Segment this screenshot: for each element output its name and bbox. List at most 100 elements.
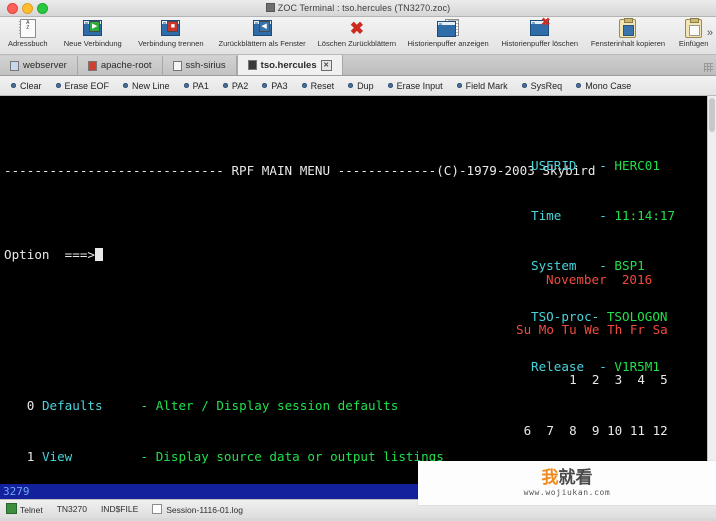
tn3270-function-bar: Clear Erase EOF New Line PA1 PA2 PA3 Res…: [0, 76, 716, 96]
calendar-empty-cell: [539, 372, 554, 387]
calendar-gap: [599, 372, 607, 387]
toolbar-label: Verbindung trennen: [138, 39, 204, 48]
logfile-checkbox[interactable]: [152, 503, 163, 514]
main-toolbar: AZ Adressbuch ▶ Neue Verbindung ■ Verbin…: [0, 16, 716, 55]
calendar-day[interactable]: 12: [653, 423, 668, 438]
weekday: Mo: [538, 321, 554, 337]
tab-status-icon: [172, 60, 182, 71]
calendar-day[interactable]: 8: [562, 423, 577, 438]
fnbtn-label: Reset: [310, 80, 335, 91]
tab-label: apache-root: [100, 60, 152, 71]
calendar-gap: [622, 423, 630, 438]
toolbar-button-new-connection[interactable]: ▶ Neue Verbindung: [56, 18, 130, 48]
calendar-gap: [599, 423, 607, 438]
fnbtn-sysreq[interactable]: SysReq: [515, 81, 570, 91]
paste-icon: [682, 17, 706, 38]
fnbtn-pa3[interactable]: PA3: [255, 81, 294, 91]
toolbar-label: Fensterinhalt kopieren: [590, 39, 666, 48]
watermark-logo-first: 我: [541, 468, 559, 487]
status-logfile[interactable]: Session-1116-01.log: [152, 503, 243, 515]
tab-label: ssh-sirius: [185, 60, 226, 71]
bullet-icon: [348, 83, 354, 88]
weekday: Sa: [652, 321, 668, 337]
header-rule-right: -------------: [337, 163, 437, 179]
bullet-icon: [576, 83, 582, 88]
tab-apache-root[interactable]: apache-root: [77, 56, 163, 75]
calendar-day[interactable]: 6: [516, 423, 532, 438]
tab-close-icon[interactable]: ✕: [320, 59, 332, 71]
fnbtn-new-line[interactable]: New Line: [116, 81, 177, 91]
fnbtn-clear[interactable]: Clear: [4, 81, 49, 91]
session-tabbar: webserver apache-root ssh-sirius tso.her…: [0, 55, 716, 76]
calendar-gap: [554, 423, 562, 438]
calendar-day[interactable]: 4: [630, 372, 645, 387]
calendar-weekday-row: Su Mo Tu We Th Fr Sa: [516, 322, 668, 339]
scrollbar-thumb[interactable]: [709, 98, 715, 132]
calendar-gap: [554, 372, 562, 387]
weekday: Th: [607, 321, 623, 337]
calendar-day[interactable]: 11: [630, 423, 645, 438]
terminal-text: ----------------------------- RPF MAIN M…: [4, 96, 595, 484]
menu-desc: - Alter / Display session defaults: [140, 398, 399, 414]
tab-ssh-sirius[interactable]: ssh-sirius: [162, 56, 237, 75]
status-emulation[interactable]: TN3270: [57, 504, 87, 514]
fnbtn-mono-case[interactable]: Mono Case: [569, 81, 638, 91]
watermark-logo: 我就看: [542, 469, 593, 487]
option-label: Option ===>: [4, 247, 95, 263]
calendar-day[interactable]: 3: [607, 372, 623, 387]
weekday: Su: [516, 321, 532, 337]
fnbtn-field-mark[interactable]: Field Mark: [450, 81, 515, 91]
calendar-day[interactable]: 10: [607, 423, 622, 438]
calendar: November 2016 Su Mo Tu We Th Fr Sa 1 2 3…: [516, 238, 668, 484]
calendar-title: November 2016: [516, 272, 668, 289]
fnbtn-label: Mono Case: [585, 80, 632, 91]
fnbtn-label: PA1: [192, 80, 209, 91]
show-history-buffer-icon: [436, 18, 460, 38]
calendar-day[interactable]: 7: [539, 423, 554, 438]
calendar-day[interactable]: 2: [584, 372, 600, 387]
scrollback-window-icon: ◀: [250, 18, 274, 38]
toolbar-button-clear-history[interactable]: ✖ Historienpuffer löschen: [495, 16, 585, 48]
toolbar-button-disconnect[interactable]: ■ Verbindung trennen: [130, 18, 212, 48]
toolbar-label: Zurückblättern als Fenster: [218, 39, 306, 48]
fnbtn-erase-eof[interactable]: Erase EOF: [49, 81, 117, 91]
bullet-icon: [262, 83, 268, 88]
weekday: Fr: [629, 321, 645, 337]
fnbtn-label: PA2: [231, 80, 249, 91]
calendar-gap: [531, 423, 539, 438]
status-transfer[interactable]: IND$FILE: [101, 504, 138, 514]
zoc-terminal-window: ZOC Terminal : tso.hercules (TN3270.zoc)…: [0, 0, 716, 521]
terminal-scrollbar[interactable]: [707, 96, 716, 484]
tab-tso-hercules[interactable]: tso.hercules ✕: [236, 55, 343, 75]
terminal-header-row: ----------------------------- RPF MAIN M…: [4, 163, 595, 180]
menu-row[interactable]: 0 Defaults - Alter / Display session def…: [4, 398, 595, 415]
fnbtn-erase-input[interactable]: Erase Input: [381, 81, 450, 91]
terminal-screen[interactable]: ----------------------------- RPF MAIN M…: [0, 96, 716, 484]
calendar-gap: [622, 372, 630, 387]
calendar-gap: [645, 423, 653, 438]
calendar-day[interactable]: 1: [562, 372, 577, 387]
status-connection[interactable]: Telnet: [6, 503, 43, 515]
clear-history-buffer-icon: ✖: [528, 16, 552, 38]
calendar-day[interactable]: 9: [584, 423, 600, 438]
fnbtn-dup[interactable]: Dup: [341, 81, 381, 91]
fnbtn-pa2[interactable]: PA2: [216, 81, 255, 91]
bullet-icon: [222, 83, 228, 88]
toolbar-button-clear-scrollback[interactable]: ✖ Löschen Zurückblättern: [312, 18, 401, 49]
calendar-empty-cell: [516, 372, 531, 387]
menu-desc: - Display source data or output listings: [140, 448, 444, 464]
fnbtn-pa1[interactable]: PA1: [177, 81, 216, 91]
calendar-day[interactable]: 5: [653, 372, 668, 387]
tabbar-resize-grip[interactable]: [704, 63, 713, 72]
fnbtn-reset[interactable]: Reset: [295, 81, 342, 91]
session-info-value: 11:14:17: [614, 207, 676, 223]
bullet-icon: [521, 83, 527, 88]
toolbar-button-copy-window[interactable]: Fensterinhalt kopieren: [585, 17, 672, 48]
tab-webserver[interactable]: webserver: [0, 56, 78, 75]
toolbar-overflow-chevron-icon[interactable]: »: [707, 27, 713, 39]
toolbar-button-addressbook[interactable]: AZ Adressbuch: [0, 18, 56, 48]
toolbar-button-show-history[interactable]: Historienpuffer anzeigen: [401, 18, 495, 48]
toolbar-button-scrollback-window[interactable]: ◀ Zurückblättern als Fenster: [212, 18, 313, 48]
disconnect-icon: ■: [159, 18, 183, 38]
calendar-gap: [531, 372, 539, 387]
